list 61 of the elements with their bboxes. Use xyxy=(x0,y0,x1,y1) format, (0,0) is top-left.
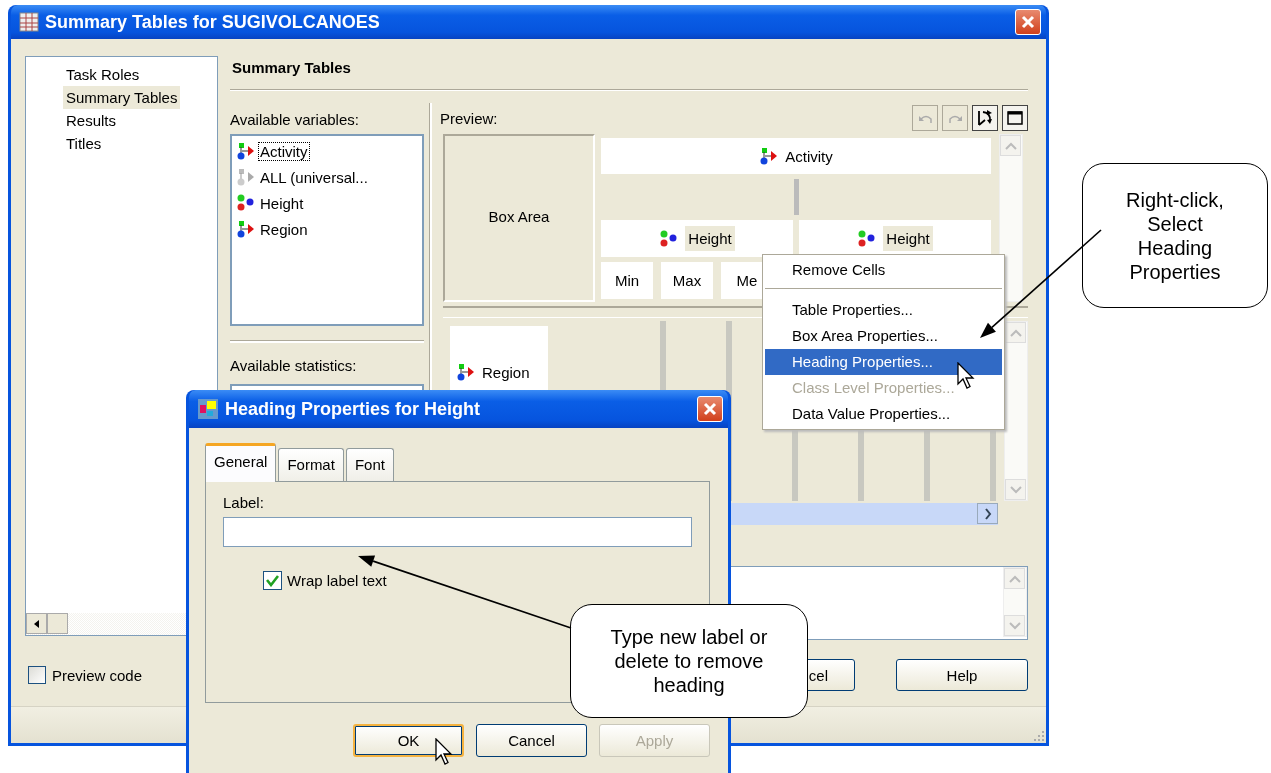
close-icon xyxy=(1020,14,1036,30)
heading-cell[interactable]: Height xyxy=(601,220,793,257)
nav-item[interactable]: Summary Tables xyxy=(63,86,181,109)
mouse-pointer-icon xyxy=(435,738,455,766)
preview-label: Preview: xyxy=(439,109,499,127)
dialog-button[interactable]: Cancel xyxy=(476,724,587,757)
nav-item[interactable]: Results xyxy=(63,109,120,132)
checkmark-icon xyxy=(266,574,279,587)
checkbox-label: Preview code xyxy=(52,666,143,684)
statistics-label: Available statistics: xyxy=(230,356,358,376)
variable-item[interactable]: Activity xyxy=(258,141,310,161)
dialog-button[interactable]: OK xyxy=(353,724,464,757)
class-variable-icon xyxy=(236,220,256,238)
tab[interactable]: Format xyxy=(278,448,344,481)
dialog-button[interactable]: Help xyxy=(896,659,1028,691)
variables-label: Available variables: xyxy=(230,110,360,130)
box-area-cell[interactable]: Box Area xyxy=(443,134,595,302)
menu-item[interactable]: Data Value Properties... xyxy=(765,401,1002,427)
scrollbar-thumb[interactable] xyxy=(47,613,68,634)
class-variable-icon xyxy=(456,363,476,381)
statistic-cell[interactable]: Max xyxy=(661,262,713,299)
column-heading-cell[interactable]: Activity xyxy=(601,138,991,174)
heading-label: Height xyxy=(685,226,735,251)
close-icon xyxy=(702,401,718,417)
close-button[interactable] xyxy=(1015,9,1041,35)
table-icon xyxy=(19,12,39,32)
label-input-field[interactable] xyxy=(223,517,692,547)
menu-item[interactable]: Box Area Properties... xyxy=(765,323,1002,349)
universal-variable-icon xyxy=(236,168,256,186)
vertical-scrollbar[interactable] xyxy=(1004,321,1028,501)
analysis-variable-icon xyxy=(236,194,256,212)
resize-grip-icon xyxy=(1032,729,1046,743)
window-title: Summary Tables for SUGIVOLCANOES xyxy=(45,11,381,33)
maximize-button[interactable] xyxy=(1002,105,1028,131)
pivot-icon xyxy=(975,108,995,128)
tab[interactable]: General xyxy=(205,443,277,482)
menu-item[interactable]: Table Properties... xyxy=(765,297,1002,323)
dialog-app-icon xyxy=(197,398,219,420)
menu-item[interactable]: Heading Properties... xyxy=(765,349,1002,375)
maximize-icon xyxy=(1005,108,1025,128)
vertical-scrollbar[interactable] xyxy=(999,134,1023,302)
checkbox[interactable] xyxy=(263,571,282,590)
statistic-cell[interactable]: Min xyxy=(601,262,653,299)
nav-item[interactable]: Titles xyxy=(63,132,105,155)
left-arrow-icon xyxy=(32,618,41,629)
tab[interactable]: Font xyxy=(345,448,394,481)
close-button[interactable] xyxy=(697,396,723,422)
callout-tooltip: Right-click, Select Heading Properties xyxy=(1082,163,1268,308)
class-variable-icon xyxy=(236,142,256,160)
nav-item[interactable]: Task Roles xyxy=(63,63,143,86)
variable-item[interactable]: Region xyxy=(258,219,310,239)
checkbox[interactable] xyxy=(28,666,46,684)
heading-label: Height xyxy=(883,226,933,251)
field-label: Label: xyxy=(223,494,265,511)
variable-item[interactable]: Height xyxy=(258,193,306,213)
mouse-pointer-icon xyxy=(957,362,977,390)
callout-tooltip: Type new label or delete to remove heading xyxy=(570,604,808,718)
checkbox-label: Wrap label text xyxy=(287,572,387,589)
page-title: Summary Tables xyxy=(231,58,352,78)
pivot-button[interactable] xyxy=(972,105,998,131)
variable-item[interactable]: ALL (universal... xyxy=(258,167,370,187)
